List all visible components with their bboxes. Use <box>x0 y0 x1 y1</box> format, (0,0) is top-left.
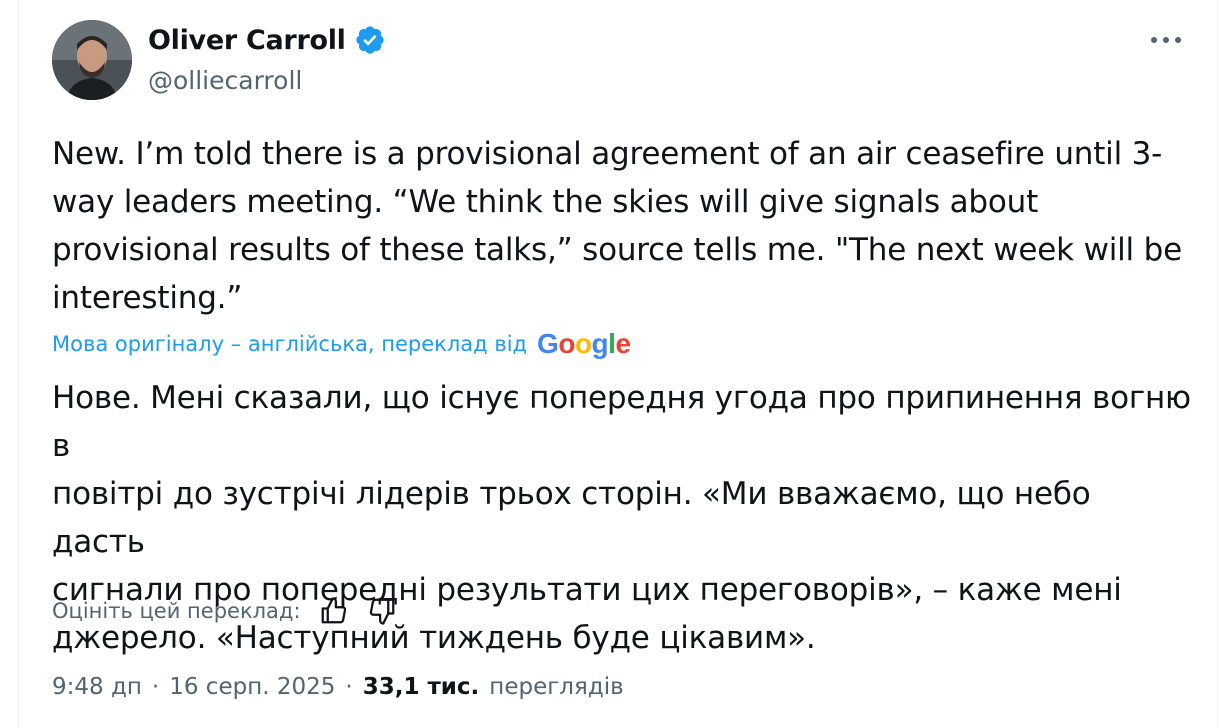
avatar[interactable] <box>52 20 132 100</box>
author-name[interactable]: Oliver Carroll <box>148 25 346 56</box>
author-handle[interactable]: @olliecarroll <box>148 66 302 95</box>
tweet-time[interactable]: 9:48 дп <box>52 674 142 700</box>
more-icon[interactable] <box>1146 26 1186 54</box>
thumbs-down-icon[interactable] <box>367 596 397 626</box>
translation-note-label: Мова оригіналу – англійська, переклад ві… <box>52 332 528 356</box>
tweet-meta: 9:48 дп · 16 серп. 2025 · 33,1 тис. пере… <box>52 674 624 700</box>
avatar-image <box>52 20 132 100</box>
separator: · <box>151 674 160 700</box>
tweet-date[interactable]: 16 серп. 2025 <box>169 674 335 700</box>
tweet-text: New. I’m told there is a provisional agr… <box>52 136 1182 316</box>
thumbs-up-icon[interactable] <box>319 596 349 626</box>
views-count[interactable]: 33,1 тис. <box>363 674 480 700</box>
rate-label: Оцініть цей переклад: <box>52 599 301 623</box>
translation-note[interactable]: Мова оригіналу – англійська, переклад ві… <box>52 328 631 360</box>
verified-badge-icon[interactable] <box>354 24 386 56</box>
google-logo: Google <box>537 328 631 359</box>
views-label: переглядів <box>489 674 624 700</box>
rate-translation: Оцініть цей переклад: <box>52 596 397 626</box>
separator: · <box>345 674 353 700</box>
